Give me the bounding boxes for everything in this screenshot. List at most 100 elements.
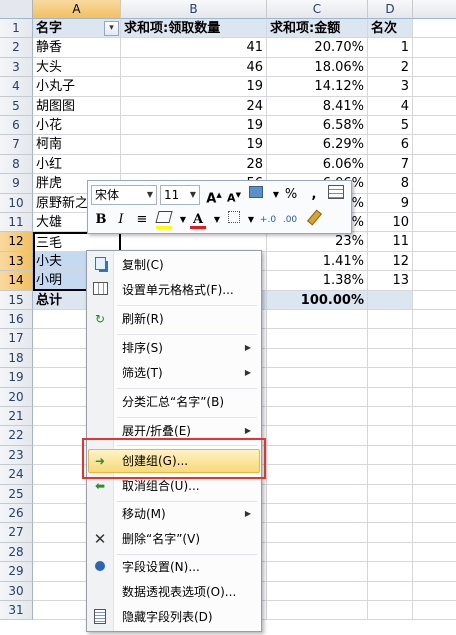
cell[interactable]: [413, 252, 456, 272]
filter-dropdown-icon[interactable]: ▾: [104, 21, 119, 36]
cell[interactable]: [267, 329, 368, 349]
cell[interactable]: [413, 58, 456, 78]
font-name-box[interactable]: 宋体 ▼: [91, 185, 157, 205]
cell[interactable]: [368, 387, 413, 407]
cell[interactable]: [413, 194, 456, 213]
cell-name[interactable]: 小花: [33, 116, 121, 136]
menu-item-format-cells[interactable]: 设置单元格格式(F)...: [89, 279, 259, 301]
cell[interactable]: [267, 310, 368, 330]
cell-name[interactable]: 小红: [33, 154, 121, 175]
row-header[interactable]: 21: [0, 407, 33, 427]
font-size-box[interactable]: 11 ▼: [160, 185, 200, 205]
cell[interactable]: [413, 155, 456, 175]
cell-amt[interactable]: 1.38%: [267, 271, 368, 291]
cell[interactable]: [413, 446, 456, 466]
font-dropdown-icon[interactable]: ▼: [144, 186, 156, 204]
column-header-d[interactable]: D: [368, 0, 413, 19]
cell-rank[interactable]: 10: [368, 213, 413, 233]
total-amount[interactable]: 100.00%: [267, 290, 368, 310]
cell-qty[interactable]: 28: [121, 154, 267, 175]
cell-qty[interactable]: 24: [121, 96, 267, 116]
center-align-button[interactable]: ≡: [132, 210, 152, 230]
cell[interactable]: [413, 116, 456, 136]
cell-rank[interactable]: 12: [368, 251, 413, 272]
cell-rank[interactable]: 5: [368, 116, 413, 136]
cell-qty[interactable]: 19: [121, 135, 267, 155]
cell[interactable]: [267, 484, 368, 504]
cell[interactable]: [413, 504, 456, 524]
cell[interactable]: [413, 388, 456, 407]
row-header[interactable]: 6: [0, 116, 33, 136]
row-header[interactable]: 16: [0, 310, 33, 330]
cell[interactable]: [413, 19, 456, 39]
menu-item-copy[interactable]: 复制(C): [89, 254, 259, 276]
cell[interactable]: [368, 329, 413, 349]
cell[interactable]: [267, 445, 368, 466]
cell[interactable]: [413, 465, 456, 485]
cell[interactable]: [413, 291, 456, 310]
row-header[interactable]: 2: [0, 38, 33, 58]
cell[interactable]: [413, 213, 456, 233]
row-header[interactable]: 31: [0, 601, 33, 621]
shrink-font-icon[interactable]: A▼: [224, 185, 244, 205]
cell[interactable]: [368, 601, 413, 621]
cell[interactable]: [368, 542, 413, 563]
cell[interactable]: [413, 329, 456, 349]
row-header[interactable]: 4: [0, 77, 33, 97]
row-header[interactable]: 18: [0, 348, 33, 369]
cell-rank[interactable]: 13: [368, 271, 413, 291]
size-dropdown-icon[interactable]: ▼: [187, 186, 199, 204]
cell[interactable]: [413, 562, 456, 582]
cell[interactable]: [413, 601, 456, 621]
cell[interactable]: [368, 407, 413, 427]
cell[interactable]: [413, 38, 456, 58]
column-header-a[interactable]: A: [33, 0, 121, 19]
cell[interactable]: [413, 368, 456, 388]
select-all-corner[interactable]: [0, 0, 33, 19]
pivot-header-qty[interactable]: 求和项:领取数量: [121, 19, 267, 39]
menu-item-move[interactable]: 移动(M) ▶: [89, 503, 259, 525]
cell[interactable]: [267, 581, 368, 601]
cell-rank[interactable]: 9: [368, 193, 413, 213]
font-color-button[interactable]: A: [188, 210, 208, 230]
row-header[interactable]: 3: [0, 57, 33, 78]
cell[interactable]: [368, 504, 413, 524]
cell-qty[interactable]: [121, 232, 267, 252]
cell-rank[interactable]: 7: [368, 154, 413, 175]
cell-amt[interactable]: 8.41%: [267, 96, 368, 116]
italic-button[interactable]: I: [111, 210, 131, 230]
row-header[interactable]: 7: [0, 135, 33, 155]
cell-amt[interactable]: 20.70%: [267, 38, 368, 58]
cell-amt[interactable]: 14.12%: [267, 77, 368, 97]
cell-qty[interactable]: 41: [121, 38, 267, 58]
cell-rank[interactable]: 2: [368, 57, 413, 78]
cell[interactable]: [413, 407, 456, 427]
cell[interactable]: [267, 368, 368, 388]
row-header[interactable]: 5: [0, 96, 33, 116]
cell[interactable]: [368, 310, 413, 330]
row-header[interactable]: 19: [0, 368, 33, 388]
cell[interactable]: [368, 368, 413, 388]
grow-font-icon[interactable]: A▲: [204, 185, 224, 206]
cell-amt[interactable]: 6.06%: [267, 154, 368, 175]
cell[interactable]: [368, 562, 413, 582]
comma-style-button[interactable]: ,: [304, 185, 324, 205]
cell[interactable]: [413, 77, 456, 97]
cell[interactable]: [413, 349, 456, 369]
cell[interactable]: [267, 387, 368, 407]
cell-amt[interactable]: 6.29%: [267, 135, 368, 155]
cell[interactable]: [413, 310, 456, 330]
cell[interactable]: [368, 445, 413, 466]
cell[interactable]: [413, 174, 456, 194]
row-header[interactable]: 30: [0, 581, 33, 601]
cell-rank[interactable]: 1: [368, 38, 413, 58]
cell-name[interactable]: 胡图图: [33, 96, 121, 116]
cell[interactable]: [267, 504, 368, 524]
row-header[interactable]: 24: [0, 465, 33, 485]
row-header[interactable]: 11: [0, 213, 33, 233]
increase-decimal-icon[interactable]: +.0: [258, 210, 278, 230]
cell[interactable]: [368, 465, 413, 485]
row-header[interactable]: 10: [0, 193, 33, 213]
cell[interactable]: [267, 407, 368, 427]
row-header[interactable]: 26: [0, 504, 33, 524]
